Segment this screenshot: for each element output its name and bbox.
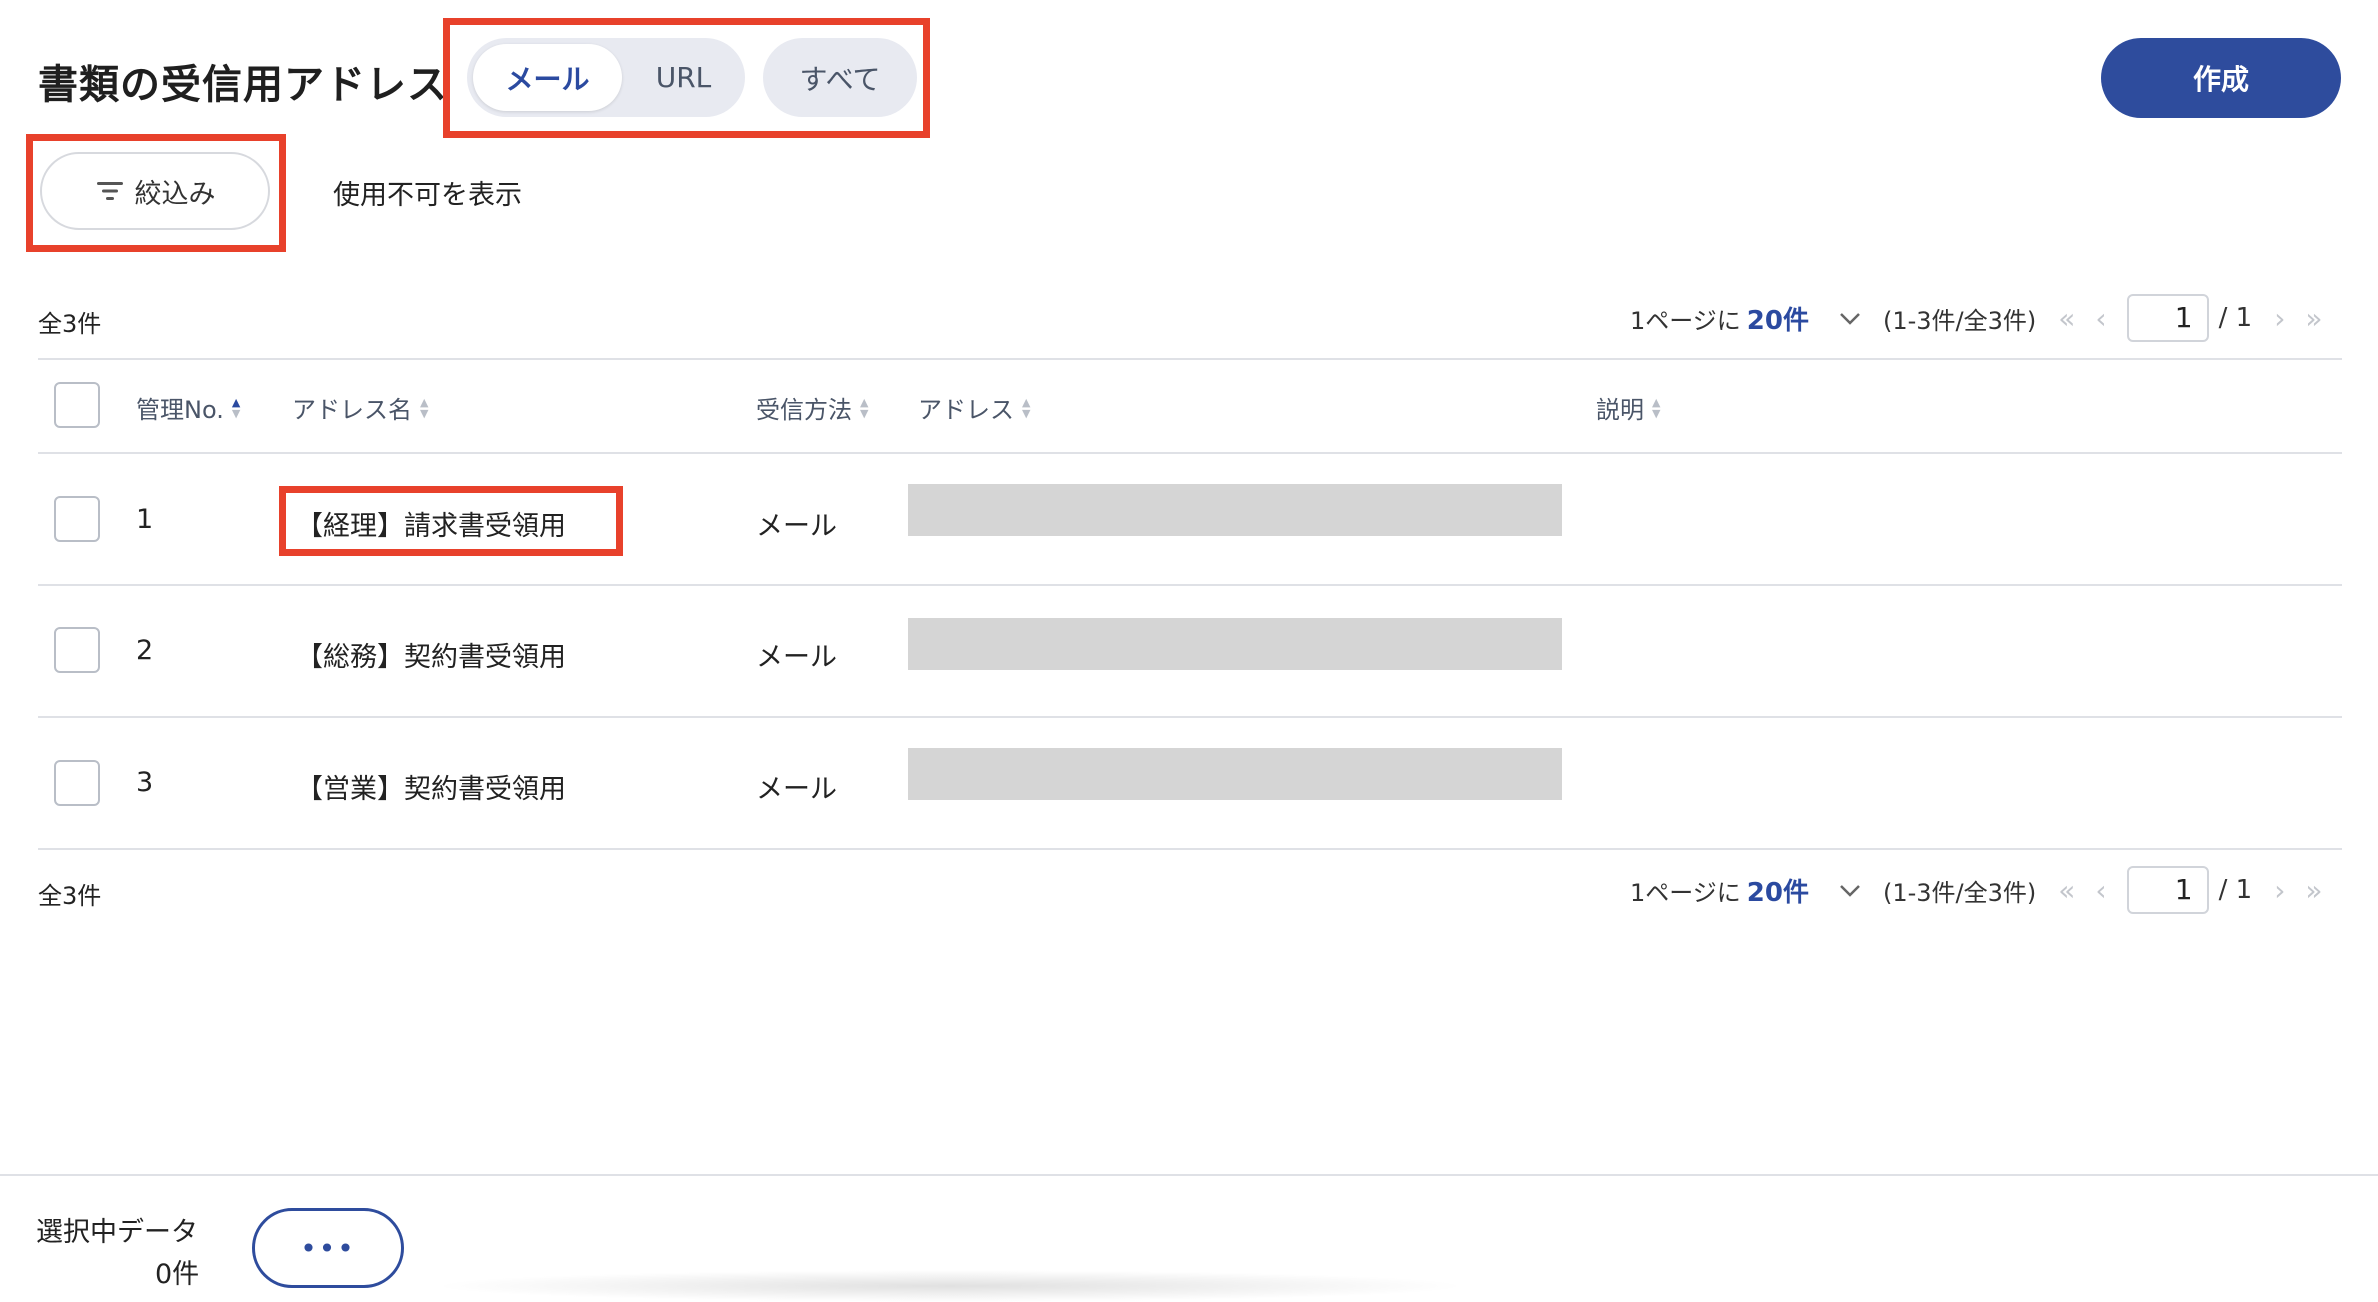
column-header-method-label: 受信方法 — [756, 396, 852, 424]
row-divider — [38, 584, 2342, 586]
redacted-address — [908, 748, 1562, 800]
row-divider — [38, 716, 2342, 718]
column-header-name-label: アドレス名 — [292, 396, 412, 424]
row-method: メール — [756, 511, 837, 542]
row-no: 1 — [136, 504, 154, 535]
column-header-name[interactable]: アドレス名 ▲ ▼ — [292, 390, 428, 425]
column-header-description-label: 説明 — [1596, 396, 1644, 424]
row-name-link[interactable]: 【営業】契約書受領用 — [296, 767, 566, 806]
column-header-address-label: アドレス — [918, 396, 1014, 424]
pagination-top: 1ページに 20件 (1-3件/全3件) « ‹ 1 / 1 › » — [1630, 294, 2343, 342]
prev-page-icon[interactable]: ‹ — [2095, 302, 2106, 335]
tabs-highlight-box — [443, 18, 930, 138]
redacted-address — [908, 484, 1562, 536]
total-count-top: 全3件 — [38, 310, 102, 338]
redacted-address — [908, 618, 1562, 670]
filter-highlight-box — [26, 134, 286, 252]
select-all-checkbox[interactable] — [54, 382, 100, 428]
first-page-icon[interactable]: « — [2058, 874, 2075, 907]
sort-icon[interactable]: ▲ ▼ — [1022, 397, 1030, 419]
row-no: 3 — [136, 767, 154, 798]
last-page-icon[interactable]: » — [2305, 874, 2322, 907]
table-top-divider — [38, 358, 2342, 360]
first-page-icon[interactable]: « — [2058, 302, 2075, 335]
per-page-prefix: 1ページに — [1630, 878, 1741, 907]
column-header-method[interactable]: 受信方法 ▲ ▼ — [756, 390, 868, 425]
next-page-icon[interactable]: › — [2274, 874, 2285, 907]
row-method: メール — [756, 642, 837, 673]
selected-data-label: 選択中データ — [36, 1217, 198, 1248]
page-number-input[interactable]: 1 — [2126, 294, 2209, 342]
page-number-input[interactable]: 1 — [2126, 866, 2209, 914]
last-page-icon[interactable]: » — [2305, 302, 2322, 335]
row-checkbox[interactable] — [54, 627, 100, 673]
chevron-down-icon[interactable] — [1837, 877, 1863, 903]
range-text: (1-3件/全3件) — [1882, 878, 2037, 907]
row-name-highlight-box — [279, 486, 623, 556]
row-no: 2 — [136, 635, 154, 666]
show-disabled-toggle[interactable]: 使用不可を表示 — [333, 173, 522, 212]
chevron-down-icon[interactable] — [1837, 305, 1863, 331]
row-checkbox[interactable] — [54, 760, 100, 806]
range-text: (1-3件/全3件) — [1882, 306, 2037, 335]
sort-icon[interactable]: ▲ ▼ — [420, 397, 428, 419]
row-checkbox[interactable] — [54, 496, 100, 542]
create-button[interactable]: 作成 — [2101, 38, 2341, 118]
total-pages: / 1 — [2218, 303, 2253, 333]
row-name-link[interactable]: 【総務】契約書受領用 — [296, 635, 566, 674]
page-title: 書類の受信用アドレス — [38, 62, 448, 108]
column-header-description[interactable]: 説明 ▲ ▼ — [1596, 390, 1660, 425]
per-page-prefix: 1ページに — [1630, 306, 1741, 335]
footer-shadow — [430, 1270, 1470, 1302]
prev-page-icon[interactable]: ‹ — [2095, 874, 2106, 907]
table-bottom-divider — [38, 848, 2342, 850]
column-header-no-label: 管理No. — [136, 396, 224, 424]
per-page-select[interactable]: 20件 — [1747, 300, 1809, 337]
row-method: メール — [756, 774, 837, 805]
column-header-no[interactable]: 管理No. ▲ ▼ — [136, 390, 240, 425]
next-page-icon[interactable]: › — [2274, 302, 2285, 335]
pagination-bottom: 1ページに 20件 (1-3件/全3件) « ‹ 1 / 1 › » — [1630, 866, 2343, 914]
more-actions-button[interactable]: ••• — [252, 1208, 404, 1288]
total-count-bottom: 全3件 — [38, 882, 102, 910]
header-divider — [38, 452, 2342, 454]
footer-divider — [0, 1174, 2378, 1176]
sort-icon[interactable]: ▲ ▼ — [232, 397, 240, 419]
total-pages: / 1 — [2218, 875, 2253, 905]
sort-icon[interactable]: ▲ ▼ — [1652, 397, 1660, 419]
sort-icon[interactable]: ▲ ▼ — [860, 397, 868, 419]
per-page-select[interactable]: 20件 — [1747, 872, 1809, 909]
selected-data-count: 0件 — [155, 1259, 200, 1290]
column-header-address[interactable]: アドレス ▲ ▼ — [918, 390, 1030, 425]
